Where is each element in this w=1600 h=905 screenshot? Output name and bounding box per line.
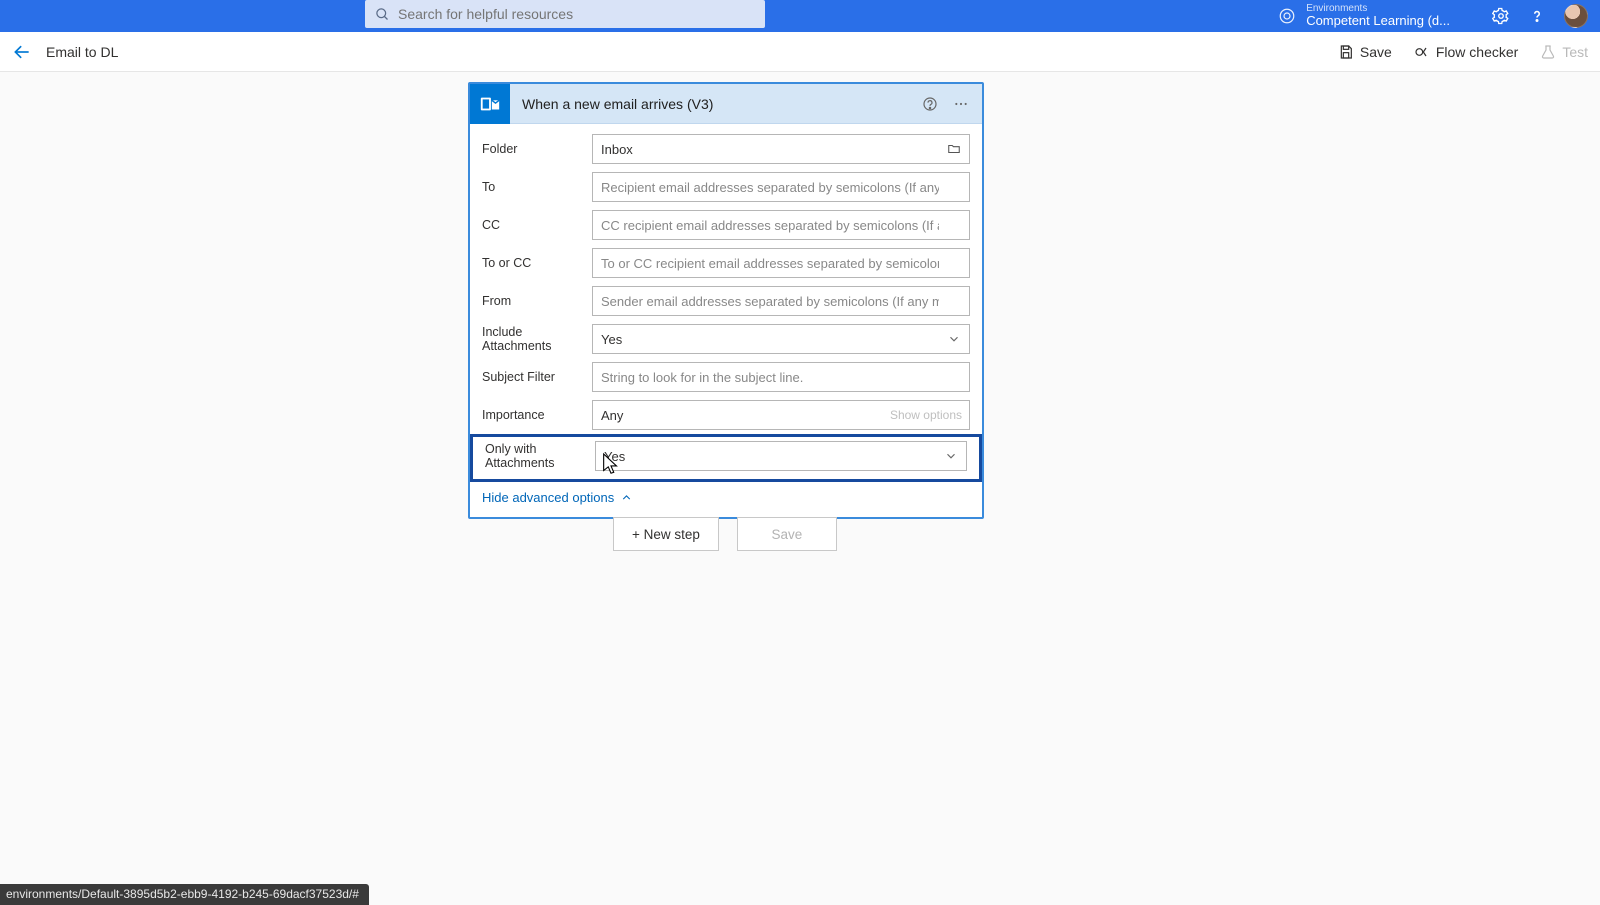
- only-with-attachments-select[interactable]: Yes: [595, 441, 967, 471]
- chevron-down-icon: [947, 332, 961, 346]
- cc-label: CC: [482, 218, 592, 232]
- help-icon[interactable]: [1528, 7, 1546, 25]
- subject-filter-input[interactable]: [592, 362, 970, 392]
- folder-label: Folder: [482, 142, 592, 156]
- trigger-card: When a new email arrives (V3) Folder To …: [468, 82, 984, 519]
- trigger-body: Folder To CC To or CC From: [470, 124, 982, 517]
- save-icon: [1338, 44, 1354, 60]
- toorcc-label: To or CC: [482, 256, 592, 270]
- trigger-header[interactable]: When a new email arrives (V3): [470, 84, 982, 124]
- more-icon[interactable]: [952, 96, 970, 112]
- user-avatar[interactable]: [1564, 4, 1588, 28]
- cc-input[interactable]: [592, 210, 970, 240]
- folder-picker-icon[interactable]: [946, 142, 962, 156]
- toorcc-input[interactable]: [592, 248, 970, 278]
- importance-label: Importance: [482, 408, 592, 422]
- environment-picker[interactable]: Environments Competent Learning (d...: [1278, 0, 1450, 32]
- back-button[interactable]: [12, 42, 32, 62]
- include-attachments-value: Yes: [601, 332, 622, 347]
- status-bar-url: environments/Default-3895d5b2-ebb9-4192-…: [0, 884, 369, 905]
- test-label: Test: [1562, 44, 1588, 60]
- trigger-title: When a new email arrives (V3): [522, 96, 922, 112]
- flow-canvas: When a new email arrives (V3) Folder To …: [0, 72, 1600, 905]
- environments-label: Environments: [1306, 4, 1450, 15]
- only-with-attachments-label: Only with Attachments: [485, 442, 595, 470]
- test-icon: [1540, 44, 1556, 60]
- settings-icon[interactable]: [1492, 7, 1510, 25]
- back-arrow-icon: [12, 42, 32, 62]
- environment-icon: [1278, 7, 1296, 25]
- hide-advanced-options-label: Hide advanced options: [482, 490, 614, 505]
- include-attachments-label: Include Attachments: [482, 325, 592, 353]
- chevron-down-icon: [944, 449, 958, 463]
- outlook-connector-icon: [470, 84, 510, 124]
- search-input[interactable]: [398, 6, 755, 22]
- hide-advanced-options-link[interactable]: Hide advanced options: [482, 482, 970, 517]
- folder-input[interactable]: [592, 134, 970, 164]
- to-input[interactable]: [592, 172, 970, 202]
- from-input[interactable]: [592, 286, 970, 316]
- show-options-link[interactable]: Show options: [890, 408, 962, 422]
- save-button[interactable]: Save: [737, 517, 837, 551]
- only-with-attachments-value: Yes: [604, 449, 625, 464]
- flow-checker-label: Flow checker: [1436, 44, 1518, 60]
- info-icon[interactable]: [922, 96, 938, 112]
- from-label: From: [482, 294, 592, 308]
- save-command[interactable]: Save: [1338, 44, 1392, 60]
- flow-title: Email to DL: [46, 44, 118, 60]
- save-label: Save: [1360, 44, 1392, 60]
- new-step-button[interactable]: + New step: [613, 517, 719, 551]
- chevron-up-icon: [620, 491, 633, 504]
- save-button-label: Save: [772, 527, 803, 542]
- flow-checker-icon: [1414, 44, 1430, 60]
- environment-name: Competent Learning (d...: [1306, 14, 1450, 28]
- search-box[interactable]: [365, 0, 765, 28]
- include-attachments-select[interactable]: Yes: [592, 324, 970, 354]
- subject-filter-label: Subject Filter: [482, 370, 592, 384]
- to-label: To: [482, 180, 592, 194]
- new-step-label: + New step: [632, 527, 700, 542]
- only-with-attachments-highlight: Only with Attachments Yes: [470, 434, 982, 482]
- flow-checker-command[interactable]: Flow checker: [1414, 44, 1518, 60]
- test-command[interactable]: Test: [1540, 44, 1588, 60]
- suite-header: Environments Competent Learning (d...: [0, 0, 1600, 32]
- command-bar: Email to DL Save Flow checker Test: [0, 32, 1600, 72]
- search-icon: [375, 7, 390, 22]
